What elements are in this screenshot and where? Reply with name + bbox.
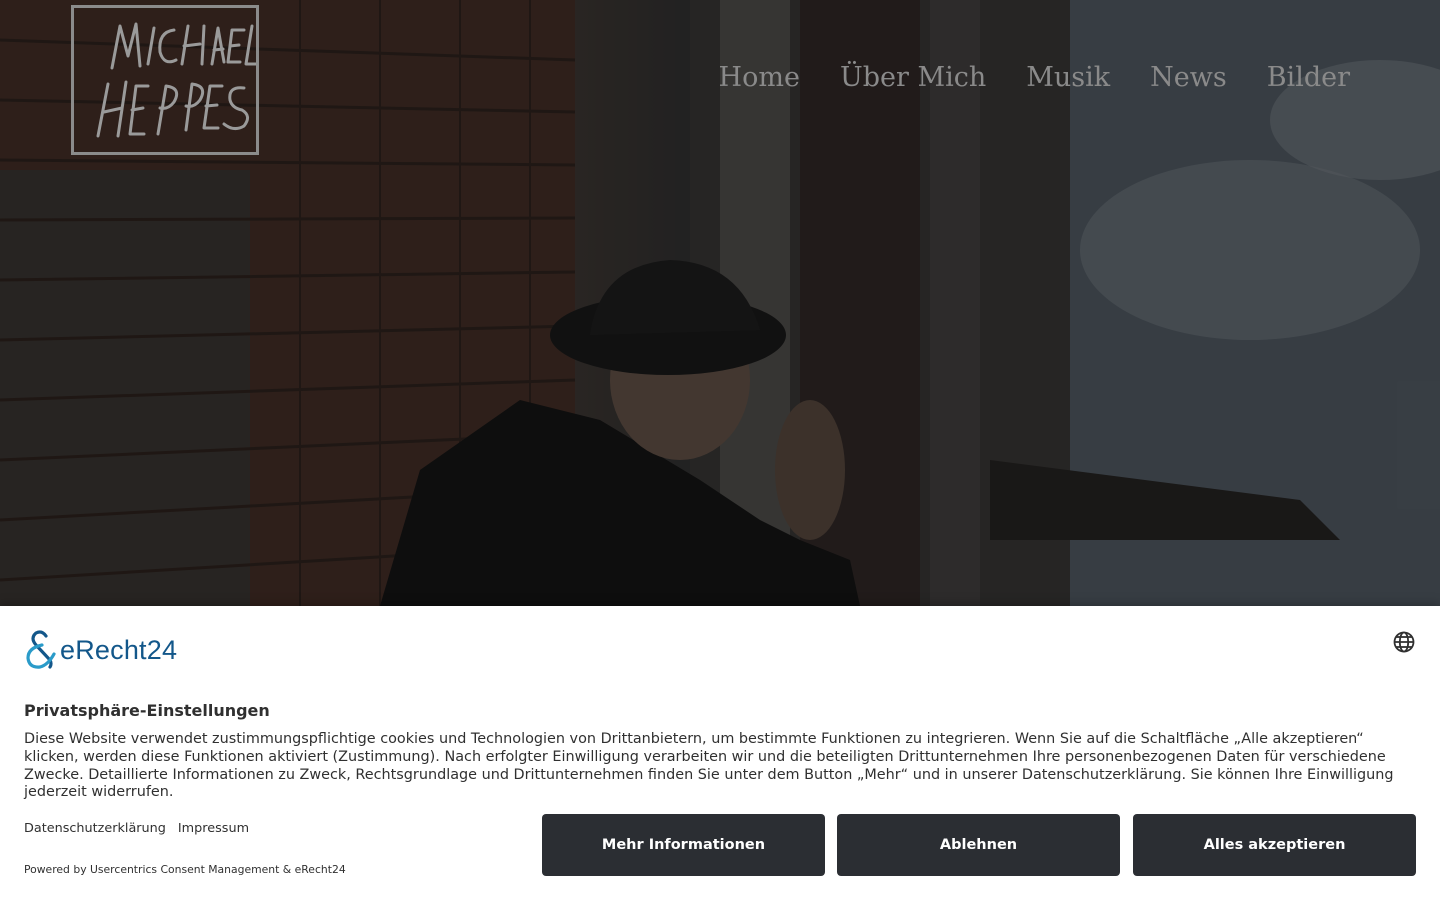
consent-links: Datenschutzerklärung Impressum bbox=[24, 821, 249, 836]
more-information-button[interactable]: Mehr Informationen bbox=[542, 814, 825, 876]
accept-all-button[interactable]: Alles akzeptieren bbox=[1133, 814, 1416, 876]
globe-icon[interactable] bbox=[1393, 631, 1415, 653]
nav-news[interactable]: News bbox=[1150, 62, 1227, 93]
nav-ueber-mich[interactable]: Über Mich bbox=[840, 62, 986, 93]
consent-title: Privatsphäre-Einstellungen bbox=[24, 701, 270, 720]
site-logo[interactable] bbox=[71, 5, 259, 155]
main-nav: Home Über Mich Musik News Bilder bbox=[719, 62, 1350, 93]
erecht24-logo: eRecht24 bbox=[24, 630, 177, 670]
erecht24-ampersand-icon bbox=[26, 630, 56, 669]
consent-description: Diese Website verwendet zustimmungspflic… bbox=[24, 731, 1394, 801]
logo-signature-icon bbox=[96, 22, 256, 138]
powered-by-text: Powered by Usercentrics Consent Manageme… bbox=[24, 863, 346, 876]
privacy-policy-link[interactable]: Datenschutzerklärung bbox=[24, 821, 166, 836]
deny-button[interactable]: Ablehnen bbox=[837, 814, 1120, 876]
nav-bilder[interactable]: Bilder bbox=[1267, 62, 1350, 93]
nav-home[interactable]: Home bbox=[719, 62, 800, 93]
imprint-link[interactable]: Impressum bbox=[178, 821, 249, 836]
erecht24-brand-text: eRecht24 bbox=[60, 634, 178, 665]
nav-musik[interactable]: Musik bbox=[1026, 62, 1110, 93]
